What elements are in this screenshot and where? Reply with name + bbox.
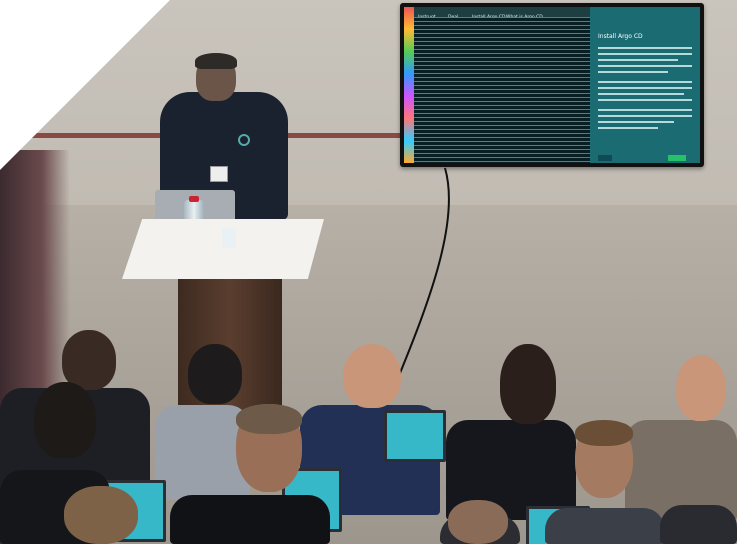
attendee-shirt (170, 495, 330, 544)
attendee-head (500, 344, 556, 424)
attendee-head (448, 500, 508, 544)
attendee-hair (236, 404, 302, 434)
attendee-hair (575, 420, 633, 446)
attendee-laptop-screen (384, 410, 446, 462)
hoodie-logo (238, 134, 250, 146)
attendee-bald-head (676, 355, 726, 421)
attendee-head (34, 382, 96, 458)
speaker-badge (210, 166, 228, 182)
photo-scene: Instruqt Deal Install Argo CD What is Ar… (0, 0, 737, 544)
attendee-head (188, 344, 242, 404)
water-glass (222, 228, 236, 248)
attendee-shirt (660, 505, 737, 544)
attendee-bald-head (343, 344, 401, 408)
attendee-shirt (545, 508, 665, 544)
attendee-head (64, 486, 138, 544)
bottle-cap (189, 196, 199, 202)
attendee-head (62, 330, 116, 390)
speaker-hair (195, 53, 237, 69)
